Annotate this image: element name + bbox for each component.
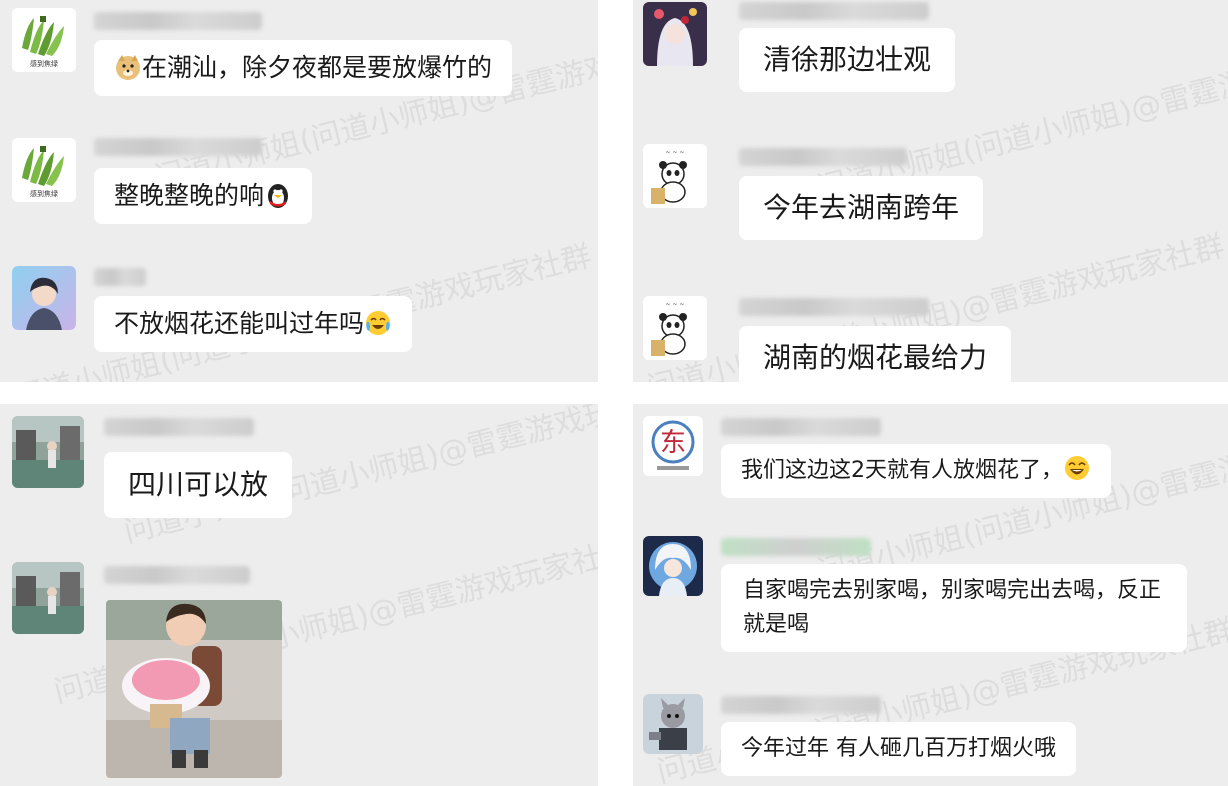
- sender-name-blurred: [94, 268, 146, 286]
- laugh-emoji: [1065, 456, 1089, 480]
- message-text: 在潮汕，除夕夜都是要放爆竹的: [142, 53, 493, 82]
- chat-panel-4: 问道小师姐(问道小师姐)@雷霆游戏玩家社群 2023年12月22日 23:34 …: [633, 404, 1228, 786]
- chat-panel-1: 问道小师姐(问道小师姐)@雷霆游戏玩家社群 2023年12月22日 23:34 …: [0, 0, 598, 382]
- message-bubble[interactable]: 四川可以放: [104, 452, 293, 518]
- child-with-flowers-photo[interactable]: [106, 600, 282, 778]
- message-bubble[interactable]: 我们这边这2天就有人放烟花了，: [721, 444, 1111, 498]
- sender-name-blurred: [721, 538, 871, 556]
- street-photo-avatar[interactable]: [12, 562, 84, 634]
- avatar-caption: 东: [660, 428, 686, 458]
- message-bubble[interactable]: 今年过年 有人砸几百万打烟火哦: [721, 722, 1076, 776]
- panda-avatar[interactable]: ~ ~ ~: [643, 296, 707, 360]
- sender-name-blurred: [721, 418, 881, 436]
- message-bubble[interactable]: 清徐那边壮观: [739, 28, 956, 92]
- sender-name-blurred: [721, 696, 881, 714]
- street-photo-avatar[interactable]: [12, 416, 84, 488]
- sender-name-blurred: [94, 138, 262, 156]
- avatar-caption: 感到焦绿: [30, 189, 58, 198]
- message-text: 不放烟花还能叫过年吗: [114, 309, 365, 338]
- panda-avatar[interactable]: ~ ~ ~: [643, 144, 707, 208]
- message-text: 我们这边这2天就有人放烟花了，: [741, 458, 1063, 483]
- penguin-emoji: [268, 184, 289, 208]
- message-text: 自家喝完去别家喝，别家喝完出去喝，反正就是喝: [743, 578, 1162, 637]
- message-bubble[interactable]: 在潮汕，除夕夜都是要放爆竹的: [94, 40, 513, 96]
- message-bubble[interactable]: 整晚整晚的响: [94, 168, 313, 224]
- white-hair-avatar[interactable]: [643, 536, 703, 596]
- avatar-caption: 感到焦绿: [30, 59, 58, 68]
- message-text: 今年过年 有人砸几百万打烟火哦: [741, 736, 1056, 761]
- doge-emoji: [116, 55, 140, 80]
- dong-logo-avatar[interactable]: 东: [643, 416, 703, 476]
- message-text: 清徐那边壮观: [763, 43, 932, 76]
- svg-text:~ ~ ~: ~ ~ ~: [666, 301, 685, 308]
- message-bubble[interactable]: 今年去湖南跨年: [739, 176, 984, 240]
- chat-panel-3: 问道小师姐(问道小师姐)@雷霆游戏玩家社群 2023年12月22日 23:34 …: [0, 404, 598, 786]
- sender-name-blurred: [94, 12, 262, 30]
- sender-name-blurred: [104, 418, 254, 436]
- sender-name-blurred: [739, 2, 929, 20]
- sender-name-blurred: [739, 148, 907, 166]
- message-text: 湖南的烟花最给力: [763, 341, 988, 374]
- chat-panel-2: 问道小师姐(问道小师姐)@雷霆游戏玩家社群 2023年12月22日 23:34 …: [633, 0, 1228, 382]
- message-bubble[interactable]: 湖南的烟花最给力: [739, 326, 1012, 382]
- banana-avatar[interactable]: 感到焦绿: [12, 8, 76, 72]
- anime-boy-avatar[interactable]: [12, 266, 76, 330]
- message-bubble[interactable]: 自家喝完去别家喝，别家喝完出去喝，反正就是喝: [721, 564, 1187, 652]
- crying-laugh-emoji: [366, 311, 391, 335]
- message-bubble[interactable]: 不放烟花还能叫过年吗: [94, 296, 413, 352]
- cat-avatar[interactable]: [643, 694, 703, 754]
- banana-avatar[interactable]: 感到焦绿: [12, 138, 76, 202]
- message-text: 四川可以放: [128, 468, 269, 501]
- message-text: 整晚整晚的响: [114, 181, 265, 210]
- sender-name-blurred: [104, 566, 250, 584]
- anime-girl-avatar[interactable]: [643, 2, 707, 66]
- svg-text:~ ~ ~: ~ ~ ~: [666, 149, 685, 156]
- message-text: 今年去湖南跨年: [763, 191, 960, 224]
- sender-name-blurred: [739, 298, 929, 316]
